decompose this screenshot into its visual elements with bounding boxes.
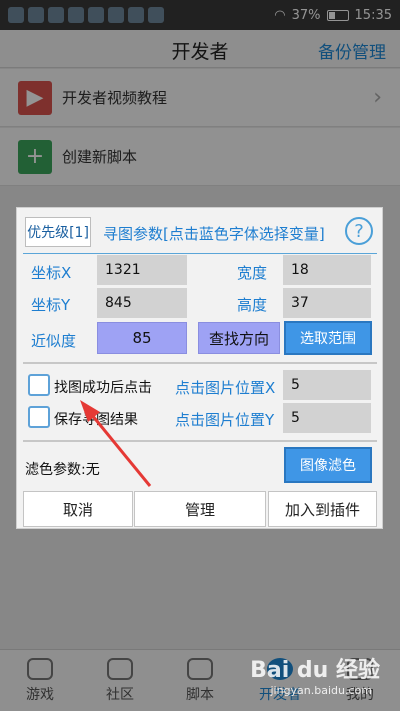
coord-x-label[interactable]: 坐标X — [31, 262, 71, 283]
dialog-divider — [23, 440, 377, 442]
dialog-header: 优先级[1] 寻图参数[点击蓝色字体选择变量] ? — [23, 214, 377, 254]
height-field[interactable]: 37 — [283, 288, 371, 318]
help-icon[interactable]: ? — [345, 217, 373, 245]
click-after-found-label[interactable]: 找图成功后点击 — [54, 377, 152, 397]
similarity-field[interactable]: 85 — [97, 322, 187, 354]
filter-params-label: 滤色参数:无 — [25, 462, 100, 478]
height-label[interactable]: 高度 — [237, 294, 267, 315]
click-pos-y-field[interactable]: 5 — [283, 403, 371, 433]
click-pos-x-label[interactable]: 点击图片位置X — [175, 377, 275, 398]
image-filter-button[interactable]: 图像滤色 — [284, 447, 372, 483]
save-result-checkbox[interactable] — [28, 406, 50, 428]
find-direction-button[interactable]: 查找方向 — [198, 322, 280, 354]
save-result-label[interactable]: 保存寻图结果 — [54, 409, 138, 429]
watermark-logo: Bai du 经验 — [250, 658, 380, 683]
coord-y-label[interactable]: 坐标Y — [31, 294, 70, 315]
width-label[interactable]: 宽度 — [237, 262, 267, 283]
width-field[interactable]: 18 — [283, 255, 371, 285]
image-search-dialog: 优先级[1] 寻图参数[点击蓝色字体选择变量] ? 坐标X 1321 宽度 18… — [16, 207, 383, 529]
click-pos-y-label[interactable]: 点击图片位置Y — [175, 409, 274, 430]
similarity-label[interactable]: 近似度 — [31, 330, 76, 351]
cancel-button[interactable]: 取消 — [23, 491, 133, 527]
coord-y-field[interactable]: 845 — [97, 288, 187, 318]
select-range-button[interactable]: 选取范围 — [284, 321, 372, 355]
add-to-plugin-button[interactable]: 加入到插件 — [268, 491, 377, 527]
manage-button[interactable]: 管理 — [134, 491, 266, 527]
dialog-divider — [23, 362, 377, 364]
click-after-found-checkbox[interactable] — [28, 374, 50, 396]
watermark-url: jingyan.baidu.com — [270, 684, 372, 697]
coord-x-field[interactable]: 1321 — [97, 255, 187, 285]
dialog-title: 寻图参数[点击蓝色字体选择变量] — [103, 225, 325, 243]
priority-button[interactable]: 优先级[1] — [25, 217, 91, 247]
click-pos-x-field[interactable]: 5 — [283, 370, 371, 400]
